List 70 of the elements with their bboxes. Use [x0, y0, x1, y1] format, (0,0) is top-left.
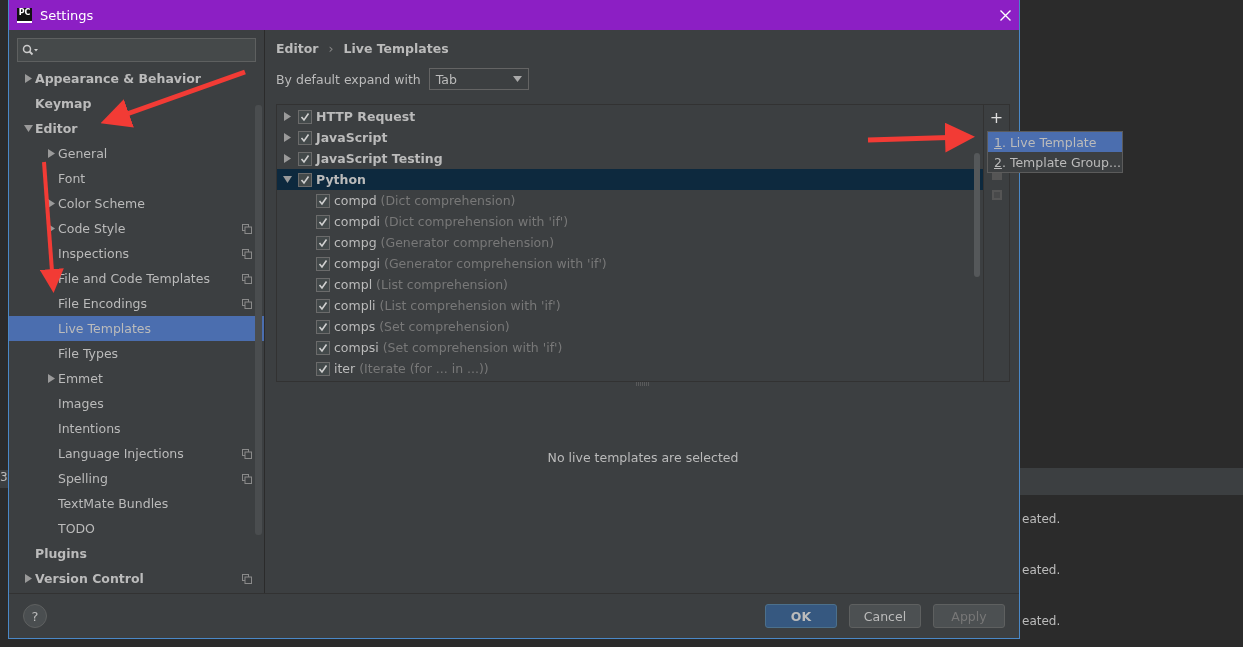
group-name: HTTP Request	[316, 109, 416, 124]
template-row[interactable]: iter (Iterate (for ... in ...))	[277, 358, 983, 379]
template-group-row[interactable]: HTTP Request	[277, 106, 983, 127]
sidebar-item[interactable]: Version Control	[9, 566, 264, 591]
dialog-button[interactable]: Cancel	[849, 604, 921, 628]
menu-item[interactable]: 2. Template Group...	[988, 152, 1122, 172]
template-group-row[interactable]: JavaScript	[277, 127, 983, 148]
sidebar-item[interactable]: Intentions	[9, 416, 264, 441]
template-abbreviation: iter	[334, 361, 356, 376]
sidebar-item[interactable]: TextMate Bundles	[9, 491, 264, 516]
empty-message: No live templates are selected	[547, 450, 739, 465]
help-icon[interactable]: ?	[23, 604, 47, 628]
sidebar-item[interactable]: Inspections	[9, 241, 264, 266]
template-description: (Generator comprehension with 'if')	[384, 256, 607, 271]
template-abbreviation: compsi	[334, 340, 379, 355]
sidebar-item[interactable]: File Types	[9, 341, 264, 366]
template-abbreviation: compli	[334, 298, 376, 313]
template-row[interactable]: compli (List comprehension with 'if')	[277, 295, 983, 316]
background-text: eated.	[1022, 512, 1061, 526]
add-icon[interactable]: +	[989, 111, 1004, 125]
sidebar-item[interactable]: Editor	[9, 116, 264, 141]
app-logo: PC	[17, 7, 32, 23]
template-group-row[interactable]: Python	[277, 169, 983, 190]
dialog-button[interactable]: OK	[765, 604, 837, 628]
sidebar-item[interactable]: Keymap	[9, 91, 264, 116]
expand-key-dropdown[interactable]: Tab	[428, 68, 529, 90]
background-text: eated.	[1022, 563, 1061, 577]
template-abbreviation: compdi	[334, 214, 381, 229]
template-description: (Set comprehension with 'if')	[382, 340, 563, 355]
sidebar-item[interactable]: File Encodings	[9, 291, 264, 316]
template-description: (Set comprehension)	[379, 319, 510, 334]
template-row[interactable]: compl (List comprehension)	[277, 274, 983, 295]
sidebar-item[interactable]: Language Injections	[9, 441, 264, 466]
background-text: 3	[0, 470, 8, 488]
template-row[interactable]: comps (Set comprehension)	[277, 316, 983, 337]
template-row[interactable]: compgi (Generator comprehension with 'if')	[277, 253, 983, 274]
template-abbreviation: compd	[334, 193, 377, 208]
template-description: (Iterate (for ... in ...))	[359, 361, 489, 376]
template-description: (List comprehension)	[376, 277, 508, 292]
sidebar-item[interactable]: General	[9, 141, 264, 166]
breadcrumb-item[interactable]: Editor	[276, 40, 319, 56]
template-abbreviation: compl	[334, 277, 373, 292]
template-description: (Dict comprehension with 'if')	[384, 214, 569, 229]
sidebar-item[interactable]: TODO	[9, 516, 264, 541]
background-text: eated.	[1022, 614, 1061, 628]
group-name: JavaScript	[316, 130, 388, 145]
template-description: (Generator comprehension)	[380, 235, 555, 250]
breadcrumb-separator: ›	[328, 40, 334, 56]
window-title: Settings	[40, 7, 95, 23]
template-row[interactable]: compd (Dict comprehension)	[277, 190, 983, 211]
template-description: (Dict comprehension)	[380, 193, 516, 208]
sidebar-item[interactable]: Plugins	[9, 541, 264, 566]
template-group-row[interactable]: JavaScript Testing	[277, 148, 983, 169]
sidebar-item[interactable]: Spelling	[9, 466, 264, 491]
breadcrumb-item: Live Templates	[343, 40, 449, 56]
sidebar-item[interactable]: Color Scheme	[9, 191, 264, 216]
template-abbreviation: compgi	[334, 256, 381, 271]
sidebar-item[interactable]: Font	[9, 166, 264, 191]
template-row[interactable]: compsi (Set comprehension with 'if')	[277, 337, 983, 358]
template-row[interactable]: compg (Generator comprehension)	[277, 232, 983, 253]
template-row[interactable]: compdi (Dict comprehension with 'if')	[277, 211, 983, 232]
field-label: By default expand with	[276, 71, 421, 87]
sidebar-item[interactable]: Images	[9, 391, 264, 416]
template-abbreviation: comps	[334, 319, 376, 334]
sidebar-item[interactable]: Appearance & Behavior	[9, 66, 264, 91]
group-name: Python	[316, 172, 366, 187]
template-abbreviation: compg	[334, 235, 377, 250]
template-description: (List comprehension with 'if')	[379, 298, 561, 313]
sidebar-item[interactable]: Emmet	[9, 366, 264, 391]
group-name: JavaScript Testing	[316, 151, 443, 166]
